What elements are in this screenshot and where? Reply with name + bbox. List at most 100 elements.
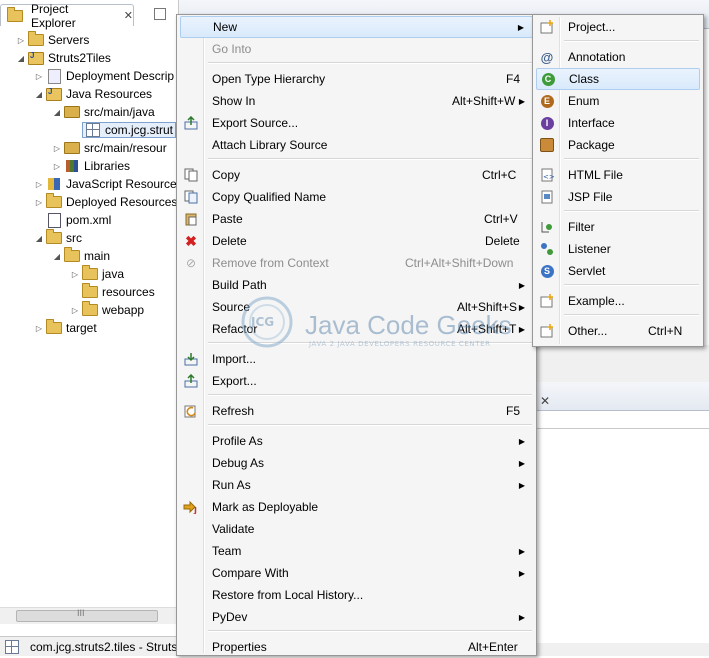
collapse-icon[interactable]: ◢: [34, 234, 44, 243]
deployed-resources-icon: [46, 193, 62, 209]
other-icon: [539, 323, 555, 339]
menu-item-export[interactable]: Export...: [180, 370, 533, 392]
menu-item-go-into[interactable]: Go Into: [180, 38, 533, 60]
menu-item-attach-library-source[interactable]: Attach Library Source: [180, 134, 533, 156]
submenu-item-class[interactable]: C Class: [536, 68, 700, 90]
submenu-arrow-icon: ▶: [518, 96, 525, 106]
tree-item-pom-xml[interactable]: pom.xml: [34, 211, 111, 229]
menu-item-show-in[interactable]: Show In Alt+Shift+W ▶: [180, 90, 533, 112]
submenu-item-servlet[interactable]: S Servlet: [536, 260, 700, 282]
tree-item-src[interactable]: ◢ src: [34, 229, 82, 247]
tree-item-label: Java Resources: [66, 87, 153, 101]
tree-item-deployment-descriptor[interactable]: ▷ Deployment Descrip: [34, 67, 174, 85]
package-icon: [539, 137, 555, 153]
expand-icon[interactable]: ▷: [70, 306, 80, 315]
tree-item-label: webapp: [102, 303, 145, 317]
submenu-item-filter[interactable]: Filter: [536, 216, 700, 238]
collapse-icon[interactable]: ◢: [52, 108, 62, 117]
menu-item-source[interactable]: Source Alt+Shift+S ▶: [180, 296, 533, 318]
tree-item-label: main: [84, 249, 111, 263]
expand-icon[interactable]: ▷: [34, 72, 44, 81]
copy-icon: [183, 167, 199, 183]
menu-item-new[interactable]: New ▶: [180, 16, 533, 38]
menu-item-open-type-hierarchy[interactable]: Open Type Hierarchy F4: [180, 68, 533, 90]
menu-item-mark-as-deployable[interactable]: J Mark as Deployable: [180, 496, 533, 518]
listener-icon: [539, 241, 555, 257]
expand-icon[interactable]: ▷: [70, 270, 80, 279]
tree-item-webapp[interactable]: ▷ webapp: [70, 301, 144, 319]
expand-icon[interactable]: ▷: [52, 162, 62, 171]
menu-item-profile-as[interactable]: Profile As ▶: [180, 430, 533, 452]
menu-item-refactor[interactable]: Refactor Alt+Shift+T ▶: [180, 318, 533, 340]
tree-item-javascript-resources[interactable]: ▷ JavaScript Resources: [34, 175, 183, 193]
menu-item-run-as[interactable]: Run As ▶: [180, 474, 533, 496]
collapse-icon[interactable]: ◢: [52, 252, 62, 261]
submenu-item-html-file[interactable]: <> HTML File: [536, 164, 700, 186]
menu-item-restore-from-local-history[interactable]: Restore from Local History...: [180, 584, 533, 606]
submenu-item-project[interactable]: Project...: [536, 16, 700, 38]
menu-item-pydev[interactable]: PyDev ▶: [180, 606, 533, 628]
tree-item-label: Struts2Tiles: [48, 51, 111, 65]
submenu-item-annotation[interactable]: @ Annotation: [536, 46, 700, 68]
menu-item-validate[interactable]: Validate: [180, 518, 533, 540]
submenu-item-interface[interactable]: I Interface: [536, 112, 700, 134]
menu-item-build-path[interactable]: Build Path ▶: [180, 274, 533, 296]
submenu-item-jsp-file[interactable]: JSP File: [536, 186, 700, 208]
expand-icon[interactable]: ▷: [34, 198, 44, 207]
submenu-item-example[interactable]: Example...: [536, 290, 700, 312]
tree-item-label: JavaScript Resources: [66, 177, 183, 191]
view-divider: [537, 428, 709, 429]
menu-item-copy-qualified-name[interactable]: Copy Qualified Name: [180, 186, 533, 208]
menu-item-copy[interactable]: Copy Ctrl+C: [180, 164, 533, 186]
menu-item-export-source[interactable]: Export Source...: [180, 112, 533, 134]
minimize-icon[interactable]: [154, 8, 166, 20]
tree-item-label: com.jcg.strut: [105, 123, 174, 137]
expand-icon[interactable]: ▷: [34, 324, 44, 333]
menu-item-properties[interactable]: Properties Alt+Enter: [180, 636, 533, 658]
submenu-arrow-icon: ▶: [517, 22, 524, 32]
menu-item-team[interactable]: Team ▶: [180, 540, 533, 562]
expand-icon[interactable]: ▷: [52, 144, 62, 153]
project-explorer-tab[interactable]: Project Explorer ✕: [0, 2, 134, 30]
menu-separator: [564, 284, 699, 286]
menu-item-remove-from-context[interactable]: ⊘ Remove from Context Ctrl+Alt+Shift+Dow…: [180, 252, 533, 274]
collapse-icon[interactable]: ◢: [34, 90, 44, 99]
tree-item-java[interactable]: ▷ java: [70, 265, 124, 283]
tree-item-java-resources[interactable]: ◢ Java Resources: [34, 85, 152, 103]
submenu-item-other[interactable]: Other... Ctrl+N: [536, 320, 700, 342]
menu-item-paste[interactable]: Paste Ctrl+V: [180, 208, 533, 230]
submenu-item-enum[interactable]: E Enum: [536, 90, 700, 112]
delete-icon: ✖: [185, 232, 197, 249]
menu-item-import[interactable]: Import...: [180, 348, 533, 370]
close-icon[interactable]: ✕: [540, 394, 550, 408]
tree-item-resources[interactable]: resources: [70, 283, 155, 301]
folder-icon: [82, 283, 98, 299]
collapse-icon[interactable]: ◢: [16, 54, 26, 63]
tree-item-libraries[interactable]: ▷ Libraries: [52, 157, 130, 175]
example-icon: [539, 293, 555, 309]
tree-item-src-main-java[interactable]: ◢ src/main/java: [52, 103, 155, 121]
expand-icon[interactable]: ▷: [34, 180, 44, 189]
scrollbar-grip: III: [77, 608, 85, 618]
servlet-icon: S: [539, 263, 555, 279]
tree-item-label: Libraries: [84, 159, 131, 173]
menu-item-compare-with[interactable]: Compare With ▶: [180, 562, 533, 584]
scrollbar-thumb[interactable]: III: [16, 608, 158, 622]
menu-item-debug-as[interactable]: Debug As ▶: [180, 452, 533, 474]
tree-item-target[interactable]: ▷ target: [34, 319, 97, 337]
tree-item-src-main-resources[interactable]: ▷ src/main/resour: [52, 139, 167, 157]
selected-package[interactable]: com.jcg.strut: [82, 122, 177, 138]
lower-view-tab-bar: [537, 382, 709, 411]
close-icon[interactable]: ✕: [124, 9, 133, 22]
menu-item-delete[interactable]: ✖ Delete Delete: [180, 230, 533, 252]
tree-item-project[interactable]: ◢ Struts2Tiles: [16, 49, 111, 67]
submenu-item-package[interactable]: Package: [536, 134, 700, 156]
tree-item-deployed-resources[interactable]: ▷ Deployed Resources: [34, 193, 177, 211]
tree-item-servers[interactable]: ▷ Servers: [16, 31, 89, 49]
menu-item-refresh[interactable]: Refresh F5: [180, 400, 533, 422]
tree-item-main[interactable]: ◢ main: [52, 247, 110, 265]
submenu-item-listener[interactable]: Listener: [536, 238, 700, 260]
tree-item-package-selected[interactable]: com.jcg.strut: [70, 121, 177, 139]
new-project-icon: [539, 19, 555, 35]
expand-icon[interactable]: ▷: [16, 36, 26, 45]
